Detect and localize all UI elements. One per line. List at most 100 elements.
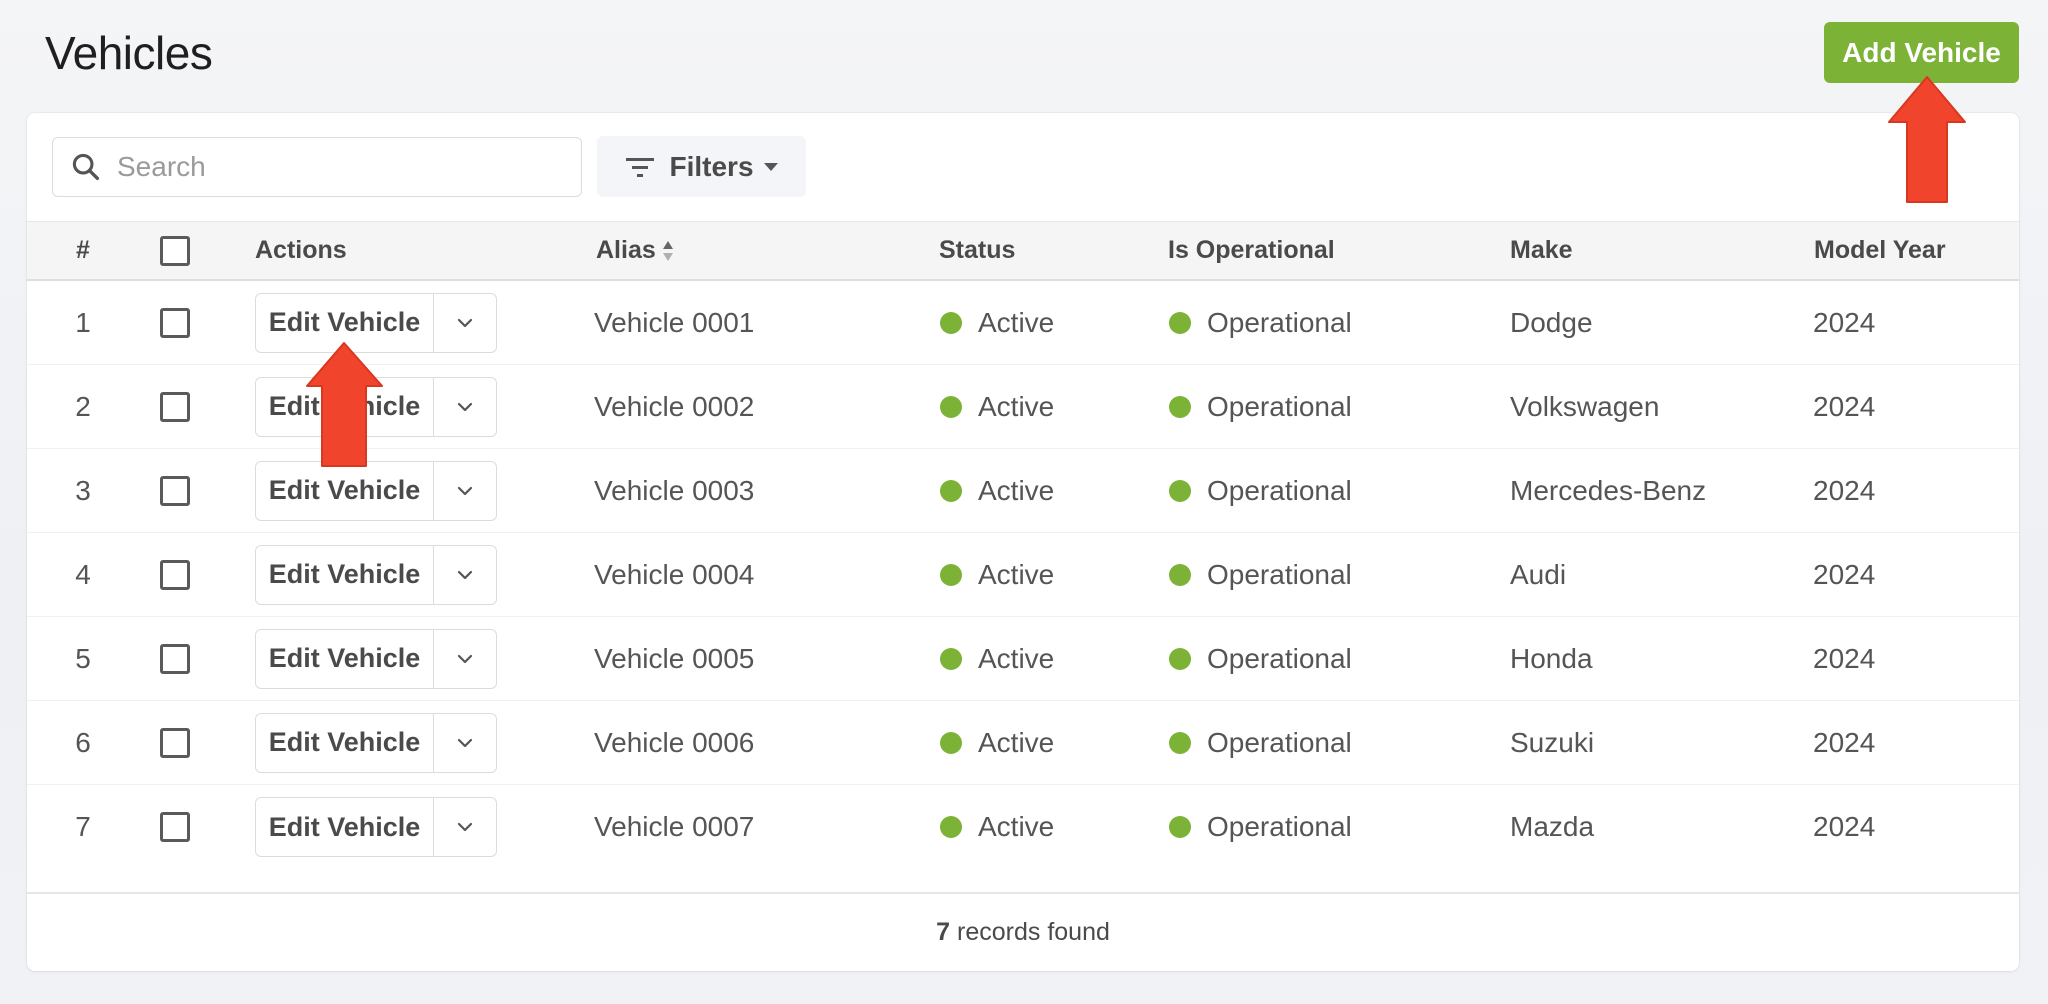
row-make: Audi	[1510, 558, 1567, 590]
records-count: 7	[936, 918, 951, 946]
row-status: Active	[940, 617, 1054, 700]
row-make: Honda	[1510, 642, 1593, 674]
row-checkbox[interactable]	[160, 643, 190, 674]
action-button-group: Edit Vehicle	[255, 628, 497, 689]
row-index: 2	[75, 390, 91, 422]
select-all-checkbox[interactable]	[160, 235, 190, 266]
row-operational: Operational	[1169, 281, 1352, 364]
row-index: 1	[75, 306, 91, 338]
status-dot-icon	[940, 395, 962, 418]
filters-button[interactable]: Filters	[597, 136, 806, 197]
search-box[interactable]	[52, 137, 582, 197]
table-row: 3 Edit Vehicle Vehicle 0003 Active Opera…	[27, 449, 2019, 533]
row-operational: Operational	[1169, 701, 1352, 784]
operational-dot-icon	[1169, 816, 1191, 838]
edit-vehicle-button[interactable]: Edit Vehicle	[256, 293, 434, 352]
edit-vehicle-button[interactable]: Edit Vehicle	[256, 713, 434, 772]
action-button-group: Edit Vehicle	[255, 292, 497, 353]
operational-text: Operational	[1207, 811, 1352, 842]
row-checkbox[interactable]	[160, 391, 190, 422]
row-select-cell	[160, 365, 190, 448]
table-header: # Actions Alias Status Is Operational Ma…	[27, 221, 2019, 281]
row-make: Volkswagen	[1510, 390, 1660, 422]
edit-vehicle-button[interactable]: Edit Vehicle	[256, 545, 434, 604]
search-input[interactable]	[117, 151, 557, 183]
actions-dropdown-toggle[interactable]	[434, 462, 496, 520]
row-select-cell	[160, 617, 190, 700]
chevron-down-icon	[457, 822, 473, 832]
chevron-down-icon	[457, 570, 473, 579]
add-vehicle-button[interactable]: Add Vehicle	[1824, 22, 2019, 83]
action-button-group: Edit Vehicle	[255, 376, 497, 437]
table-row: 2 Edit Vehicle Vehicle 0002 Active Opera…	[27, 365, 2019, 449]
actions-dropdown-toggle[interactable]	[434, 546, 496, 604]
page-title: Vehicles	[45, 27, 213, 79]
operational-text: Operational	[1207, 726, 1352, 758]
actions-dropdown-toggle[interactable]	[434, 378, 496, 436]
operational-text: Operational	[1207, 306, 1352, 338]
row-select-cell	[160, 785, 190, 869]
table-row: 4 Edit Vehicle Vehicle 0004 Active Opera…	[27, 533, 2019, 617]
status-text: Active	[978, 726, 1055, 758]
row-model-year: 2024	[1813, 726, 1876, 758]
row-actions: Edit Vehicle	[255, 365, 497, 448]
actions-dropdown-toggle[interactable]	[434, 294, 496, 352]
table-row: 6 Edit Vehicle Vehicle 0006 Active Opera…	[27, 701, 2019, 785]
row-model-year: 2024	[1813, 811, 1876, 842]
row-alias: Vehicle 0005	[594, 642, 755, 674]
actions-dropdown-toggle[interactable]	[434, 630, 496, 688]
column-alias[interactable]: Alias	[596, 222, 675, 279]
column-make: Make	[1510, 236, 1573, 264]
actions-dropdown-toggle[interactable]	[434, 798, 496, 856]
operational-dot-icon	[1169, 647, 1191, 670]
row-actions: Edit Vehicle	[255, 785, 497, 869]
operational-dot-icon	[1169, 479, 1191, 502]
edit-vehicle-button[interactable]: Edit Vehicle	[256, 461, 434, 520]
filter-icon	[626, 157, 655, 177]
chevron-down-icon	[457, 402, 473, 411]
row-checkbox[interactable]	[160, 559, 190, 590]
operational-text: Operational	[1207, 390, 1352, 422]
column-alias-label: Alias	[596, 236, 656, 264]
row-model-year: 2024	[1813, 474, 1876, 506]
column-actions: Actions	[255, 236, 347, 264]
row-status: Active	[940, 701, 1054, 784]
status-dot-icon	[940, 563, 962, 586]
row-make: Mercedes-Benz	[1510, 474, 1707, 506]
row-alias: Vehicle 0001	[594, 306, 755, 338]
row-index: 3	[75, 474, 91, 506]
row-status: Active	[940, 533, 1054, 616]
row-alias: Vehicle 0007	[594, 811, 755, 842]
row-alias: Vehicle 0006	[594, 726, 755, 758]
status-text: Active	[978, 390, 1055, 422]
row-checkbox[interactable]	[160, 475, 190, 506]
chevron-down-icon	[457, 486, 473, 495]
row-status: Active	[940, 449, 1054, 532]
row-index: 6	[75, 726, 91, 758]
status-text: Active	[978, 642, 1055, 674]
row-alias: Vehicle 0003	[594, 474, 755, 506]
row-checkbox[interactable]	[160, 307, 190, 338]
row-model-year: 2024	[1813, 642, 1876, 674]
row-operational: Operational	[1169, 617, 1352, 700]
row-index: 7	[75, 811, 91, 842]
row-operational: Operational	[1169, 785, 1352, 869]
row-select-cell	[160, 533, 190, 616]
edit-vehicle-button[interactable]: Edit Vehicle	[256, 798, 434, 856]
records-footer: 7 records found	[27, 892, 2019, 971]
sort-icon	[662, 240, 673, 261]
row-operational: Operational	[1169, 533, 1352, 616]
row-make: Mazda	[1510, 811, 1595, 842]
row-checkbox[interactable]	[160, 727, 190, 758]
column-is-operational: Is Operational	[1168, 236, 1335, 264]
operational-dot-icon	[1169, 395, 1191, 418]
select-all-cell	[160, 222, 190, 279]
action-button-group: Edit Vehicle	[255, 712, 497, 773]
edit-vehicle-button[interactable]: Edit Vehicle	[256, 377, 434, 436]
vehicles-card: Filters # Actions Alias Status Is Operat…	[27, 113, 2019, 971]
edit-vehicle-button[interactable]: Edit Vehicle	[256, 629, 434, 688]
actions-dropdown-toggle[interactable]	[434, 714, 496, 772]
row-checkbox[interactable]	[160, 812, 190, 842]
row-alias: Vehicle 0002	[594, 390, 755, 422]
row-actions: Edit Vehicle	[255, 701, 497, 784]
